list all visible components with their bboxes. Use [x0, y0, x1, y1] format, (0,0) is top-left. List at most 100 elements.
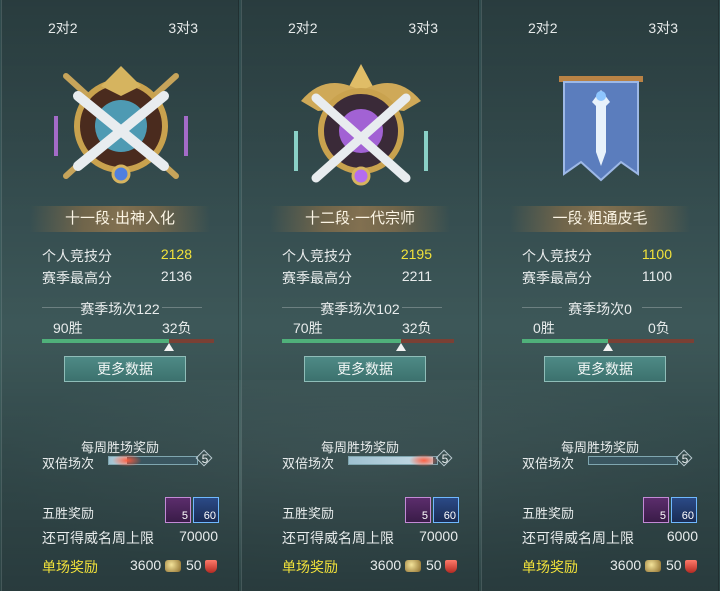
weekly-limit: 还可得威名周上限 6000 [522, 528, 698, 548]
coin-icon [165, 560, 182, 573]
limit-label: 还可得威名周上限 [282, 530, 394, 546]
losses-count: 32负 [402, 320, 432, 336]
five-win-label: 五胜奖励 [522, 506, 575, 521]
blue-scroll-icon[interactable]: 60 [433, 497, 459, 523]
coin-icon [405, 560, 422, 573]
single-coin: 3600 [370, 557, 422, 573]
double-glow [112, 454, 142, 467]
rank-title: 十一段·出神入化 [30, 206, 210, 232]
stat-best: 赛季最高分 2136 [42, 268, 192, 286]
rank-title: 十二段·一代宗师 [270, 206, 450, 232]
mode-tabs: 2对2 3对3 [482, 18, 718, 42]
arena-panel-2: 2对2 3对3 十二段·一代宗师 个人竞技分 2195 赛季最高分 2211 赛… [241, 0, 479, 591]
rank-title: 一段·粗通皮毛 [510, 206, 690, 232]
stat-value: 2128 [160, 246, 192, 262]
double-count: 5 [436, 450, 454, 468]
double-label: 双倍场次 [522, 456, 575, 471]
losses-count: 0负 [648, 320, 670, 336]
treasure-chest-icon[interactable]: 5 [405, 497, 431, 523]
item-count: 5 [181, 510, 188, 522]
tab-2v2[interactable]: 2对2 [528, 18, 558, 38]
single-label: 单场奖励 [282, 559, 338, 575]
tab-3v3[interactable]: 3对3 [168, 18, 198, 38]
shield-amount: 50 [186, 557, 202, 573]
gold-crossed-swords-emblem [54, 66, 188, 184]
treasure-chest-icon[interactable]: 5 [165, 497, 191, 523]
tab-3v3[interactable]: 3对3 [648, 18, 678, 38]
stat-label: 个人竞技分 [282, 248, 352, 264]
stat-value: 1100 [641, 246, 672, 262]
more-data-button[interactable]: 更多数据 [64, 356, 186, 382]
single-shield: 50 [186, 557, 218, 573]
tab-3v3[interactable]: 3对3 [408, 18, 438, 38]
shield-amount: 50 [666, 557, 682, 573]
win-fill [522, 339, 608, 343]
limit-value: 70000 [419, 528, 458, 544]
mode-tabs: 2对2 3对3 [2, 18, 238, 42]
shield-icon [685, 559, 698, 573]
blue-scroll-icon[interactable]: 60 [671, 497, 697, 523]
tab-2v2[interactable]: 2对2 [288, 18, 318, 38]
single-reward: 单场奖励 3600 50 [522, 557, 700, 577]
item-count: 5 [659, 510, 666, 522]
arena-panel-3: 2对2 3对3 一段·粗通皮毛 个人竞技分 1100 赛季最高分 1100 赛季… [481, 0, 719, 591]
season-games: 赛季场次102 [320, 301, 400, 317]
item-count: 5 [421, 510, 428, 522]
shield-icon [205, 559, 218, 573]
arena-panel-1: 2对2 3对3 十一段·出神入化 个人竞技分 2128 赛季最高分 2136 赛… [1, 0, 239, 591]
double-count: 5 [676, 450, 694, 468]
stat-score: 个人竞技分 1100 [522, 246, 672, 264]
single-shield: 50 [666, 557, 698, 573]
double-label: 双倍场次 [42, 456, 95, 471]
blue-banner-sword-emblem [559, 76, 643, 182]
coin-icon [645, 560, 662, 573]
losses-count: 32负 [162, 320, 192, 336]
stat-label: 个人竞技分 [522, 248, 592, 264]
win-loss-marker [164, 343, 175, 351]
single-coin: 3600 [610, 557, 662, 573]
item-count: 60 [203, 510, 216, 522]
stat-value: 2136 [160, 268, 192, 284]
wins-count: 90胜 [53, 320, 83, 336]
limit-label: 还可得威名周上限 [522, 530, 634, 546]
shield-icon [445, 559, 458, 573]
limit-value: 70000 [179, 528, 218, 544]
win-fill [282, 339, 401, 343]
stat-best: 赛季最高分 2211 [282, 268, 432, 286]
win-loss-bar [42, 339, 214, 343]
win-loss-bar [282, 339, 454, 343]
more-data-button[interactable]: 更多数据 [304, 356, 426, 382]
weekly-limit: 还可得威名周上限 70000 [42, 528, 218, 548]
double-count: 5 [196, 450, 214, 468]
double-progress-bar [588, 456, 678, 465]
win-loss-marker [603, 343, 613, 351]
single-shield: 50 [426, 557, 458, 573]
treasure-chest-icon[interactable]: 5 [643, 497, 669, 523]
double-progress-bar [348, 454, 439, 467]
double-progress-bar [108, 454, 198, 467]
mode-tabs: 2对2 3对3 [242, 18, 478, 42]
coin-amount: 3600 [370, 557, 402, 573]
more-data-button[interactable]: 更多数据 [544, 356, 666, 382]
stat-label: 赛季最高分 [282, 270, 352, 286]
win-fill [42, 339, 170, 343]
tab-2v2[interactable]: 2对2 [48, 18, 78, 38]
win-loss-marker [395, 343, 406, 351]
wins-count: 0胜 [533, 320, 555, 336]
five-win-label: 五胜奖励 [282, 506, 335, 521]
five-win-label: 五胜奖励 [42, 506, 95, 521]
single-reward: 单场奖励 3600 50 [282, 557, 460, 577]
item-count: 60 [681, 510, 694, 522]
stat-value: 2195 [400, 246, 432, 262]
season-games: 赛季场次122 [80, 301, 160, 317]
stat-value: 1100 [641, 268, 672, 284]
wins-count: 70胜 [293, 320, 323, 336]
coin-amount: 3600 [130, 557, 162, 573]
item-count: 60 [443, 510, 456, 522]
blue-scroll-icon[interactable]: 60 [193, 497, 219, 523]
weekly-limit: 还可得威名周上限 70000 [282, 528, 458, 548]
stat-label: 赛季最高分 [522, 270, 592, 286]
season-games: 赛季场次0 [568, 301, 632, 317]
shield-amount: 50 [426, 557, 442, 573]
single-label: 单场奖励 [42, 559, 98, 575]
